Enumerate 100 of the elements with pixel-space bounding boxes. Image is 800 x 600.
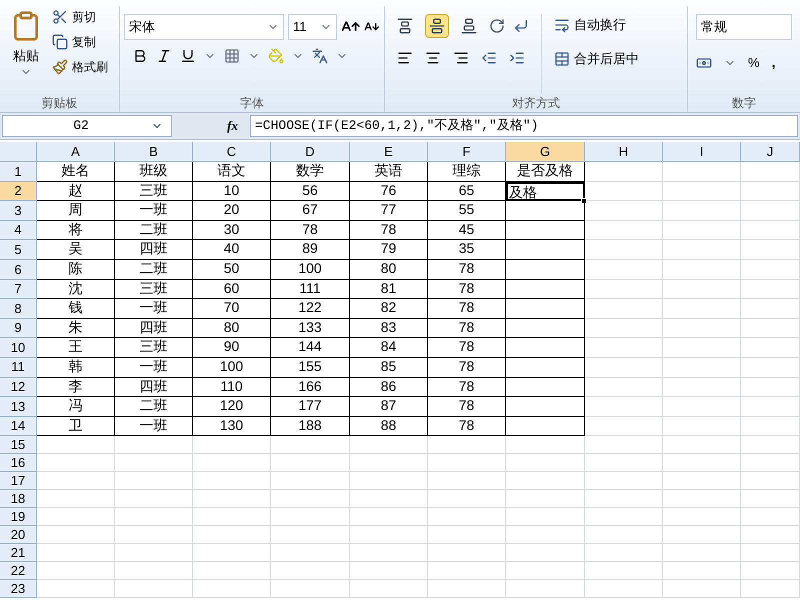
grid-cell[interactable]: 沈 <box>37 280 115 300</box>
grid-cell[interactable]: 一班 <box>115 416 193 436</box>
grid-cell[interactable]: 70 <box>193 299 271 319</box>
text-direction-icon[interactable] <box>513 18 529 34</box>
grid-cell[interactable]: 四班 <box>115 318 193 338</box>
column-header[interactable]: I <box>663 142 741 162</box>
grid-cell[interactable]: 67 <box>271 201 350 221</box>
grid-cell[interactable] <box>506 338 585 358</box>
row-header[interactable]: 6 <box>0 260 37 280</box>
row-header[interactable]: 1 <box>0 162 37 182</box>
grid-cell[interactable]: 将 <box>37 220 115 240</box>
grid-cell[interactable]: 冯 <box>37 397 115 417</box>
grid-cell[interactable] <box>506 220 585 240</box>
grid-cell[interactable] <box>506 318 585 338</box>
grid-cell[interactable]: 78 <box>428 416 506 436</box>
grid-cell[interactable]: 班级 <box>115 162 193 182</box>
grid-cell[interactable]: 周 <box>37 201 115 221</box>
grid-cell[interactable]: 姓名 <box>37 162 115 182</box>
grid-cell[interactable]: 一班 <box>115 299 193 319</box>
grid-cell[interactable]: 122 <box>271 299 350 319</box>
insert-function-icon[interactable]: fx <box>176 116 246 136</box>
grid-cell[interactable]: 钱 <box>37 299 115 319</box>
grid-cell[interactable]: 78 <box>428 397 506 417</box>
column-header[interactable]: H <box>585 142 663 162</box>
italic-icon[interactable] <box>156 48 172 64</box>
align-left-icon[interactable] <box>397 50 413 66</box>
grid-cell[interactable]: 语文 <box>193 162 271 182</box>
vertical-align-button[interactable] <box>425 14 449 38</box>
grid-cell[interactable]: 三班 <box>115 338 193 358</box>
grid-cell[interactable]: 90 <box>193 338 271 358</box>
fill-color-icon[interactable] <box>268 48 284 64</box>
merge-center-button[interactable]: 合并后居中 <box>554 48 639 70</box>
grid-cell[interactable]: 188 <box>271 416 350 436</box>
grid-cell[interactable]: 李 <box>37 378 115 398</box>
grid-cell[interactable]: 166 <box>271 378 350 398</box>
column-header[interactable]: A <box>37 142 115 162</box>
percent-button[interactable]: % <box>748 52 760 72</box>
format-painter-button[interactable]: 格式刷 <box>52 56 108 78</box>
increase-indent-icon[interactable] <box>509 50 525 66</box>
row-header[interactable]: 14 <box>0 416 37 436</box>
grid-cell[interactable]: 陈 <box>37 260 115 280</box>
row-header[interactable]: 4 <box>0 220 37 240</box>
grid-cell[interactable]: 35 <box>428 240 506 260</box>
comma-button[interactable]: , <box>772 52 776 73</box>
row-header[interactable]: 19 <box>0 508 37 526</box>
grid-cell[interactable]: 76 <box>350 182 428 202</box>
row-header[interactable]: 9 <box>0 318 37 338</box>
decrease-indent-icon[interactable] <box>481 50 497 66</box>
grid-cell[interactable]: 85 <box>350 358 428 378</box>
grid-cell[interactable]: 83 <box>350 318 428 338</box>
grid-cell[interactable]: 赵 <box>37 182 115 202</box>
column-header[interactable]: D <box>271 142 350 162</box>
grid-cell[interactable]: 78 <box>428 260 506 280</box>
align-right-icon[interactable] <box>453 50 469 66</box>
grid-cell[interactable] <box>506 378 585 398</box>
cut-button[interactable]: 剪切 <box>52 6 108 28</box>
grid-cell[interactable]: 78 <box>428 338 506 358</box>
row-header[interactable]: 20 <box>0 526 37 544</box>
grid-cell[interactable]: 78 <box>428 358 506 378</box>
row-header[interactable]: 23 <box>0 580 37 598</box>
grid-cell[interactable]: 86 <box>350 378 428 398</box>
row-header[interactable]: 17 <box>0 472 37 490</box>
name-box[interactable]: G2 <box>2 115 172 137</box>
column-header[interactable]: C <box>193 142 271 162</box>
grid-cell[interactable]: 理综 <box>428 162 506 182</box>
row-header[interactable]: 21 <box>0 544 37 562</box>
copy-button[interactable]: 复制 <box>52 31 108 53</box>
column-header[interactable]: F <box>428 142 506 162</box>
grid-cell[interactable]: 三班 <box>115 280 193 300</box>
row-header[interactable]: 22 <box>0 562 37 580</box>
grid-cell[interactable]: 84 <box>350 338 428 358</box>
borders-icon[interactable] <box>224 48 240 64</box>
grid-cell[interactable]: 30 <box>193 220 271 240</box>
grid-cell[interactable]: 四班 <box>115 378 193 398</box>
formula-field[interactable]: =CHOOSE(IF(E2<60,1,2),"不及格","及格") <box>250 115 798 137</box>
grid-cell[interactable]: 79 <box>350 240 428 260</box>
grid-cell[interactable] <box>506 416 585 436</box>
row-header[interactable]: 2 <box>0 182 37 202</box>
grid-cell[interactable]: 155 <box>271 358 350 378</box>
underline-icon[interactable] <box>180 48 196 64</box>
grid-cell[interactable]: 78 <box>428 280 506 300</box>
grid-cell[interactable]: 20 <box>193 201 271 221</box>
grid-cell[interactable] <box>506 260 585 280</box>
fill-handle[interactable] <box>581 198 587 204</box>
grid-cell[interactable]: 英语 <box>350 162 428 182</box>
grid-cell[interactable]: 二班 <box>115 260 193 280</box>
grid-cell[interactable]: 55 <box>428 201 506 221</box>
grid-cell[interactable]: 三班 <box>115 182 193 202</box>
align-center-icon[interactable] <box>425 50 441 66</box>
grid-cell[interactable]: 二班 <box>115 397 193 417</box>
grid-cell[interactable]: 89 <box>271 240 350 260</box>
grid-cell[interactable]: 78 <box>350 220 428 240</box>
grid-cell[interactable]: 韩 <box>37 358 115 378</box>
grid-cell[interactable]: 王 <box>37 338 115 358</box>
grid-cell[interactable]: 111 <box>271 280 350 300</box>
grid-cell[interactable]: 80 <box>350 260 428 280</box>
grid-cell[interactable]: 133 <box>271 318 350 338</box>
grid-cell[interactable]: 二班 <box>115 220 193 240</box>
grid-cell[interactable]: 是否及格 <box>506 162 585 182</box>
grid-cell[interactable]: 78 <box>271 220 350 240</box>
